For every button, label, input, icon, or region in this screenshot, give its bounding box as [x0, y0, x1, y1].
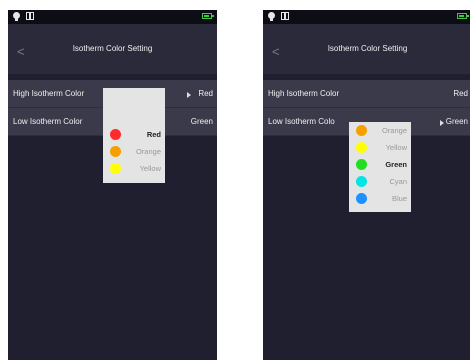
- gallery-icon: [281, 12, 289, 20]
- red-dot-icon: [110, 129, 121, 140]
- color-option-red[interactable]: Red: [103, 126, 165, 143]
- bulb-icon-base: [15, 18, 18, 21]
- color-option-label: Yellow: [385, 143, 407, 152]
- color-option-label: Blue: [391, 194, 407, 203]
- blue-dot-icon: [356, 193, 367, 204]
- color-dropdown[interactable]: Orange Yellow Green Cyan Blue: [349, 122, 411, 212]
- page-title: Isotherm Color Setting: [72, 44, 153, 53]
- bulb-icon-base: [270, 18, 273, 21]
- color-option-orange[interactable]: Orange: [103, 143, 165, 160]
- title-bar: < Isotherm Color Setting: [263, 24, 470, 74]
- chevron-right-icon: [187, 92, 191, 98]
- battery-icon: [457, 13, 469, 19]
- color-option-blue[interactable]: Blue: [349, 190, 411, 207]
- page-title: Isotherm Color Setting: [327, 44, 408, 53]
- color-option-cyan[interactable]: Cyan: [349, 173, 411, 190]
- color-option-label: Orange: [135, 147, 161, 156]
- color-option-label: Orange: [381, 126, 407, 135]
- color-option-label: Yellow: [139, 164, 161, 173]
- title-bar: < Isotherm Color Setting: [8, 24, 217, 74]
- orange-dot-icon: [356, 125, 367, 136]
- color-option-orange[interactable]: Orange: [349, 122, 411, 139]
- chevron-right-icon: [440, 120, 444, 126]
- phone-screen-right: < Isotherm Color Setting High Isotherm C…: [263, 10, 470, 360]
- high-isotherm-value: Red: [198, 89, 213, 98]
- color-option-green[interactable]: Green: [349, 156, 411, 173]
- low-isotherm-label: Low Isotherm Color: [13, 117, 83, 126]
- color-option-label: Cyan: [389, 177, 407, 186]
- color-option-yellow[interactable]: Yellow: [103, 160, 165, 177]
- cyan-dot-icon: [356, 176, 367, 187]
- high-isotherm-label: High Isotherm Color: [268, 89, 340, 98]
- yellow-dot-icon: [110, 163, 121, 174]
- color-option-label: Green: [385, 160, 407, 169]
- high-isotherm-color-row[interactable]: High Isotherm Color Red: [263, 80, 470, 108]
- orange-dot-icon: [110, 146, 121, 157]
- color-option-label: Red: [146, 130, 161, 139]
- status-bar: [263, 10, 470, 24]
- color-option-yellow[interactable]: Yellow: [349, 139, 411, 156]
- low-isotherm-value: Green: [190, 117, 213, 126]
- low-isotherm-value: Green: [445, 117, 468, 126]
- color-dropdown[interactable]: Red Orange Yellow: [103, 88, 165, 183]
- phone-screen-left: < Isotherm Color Setting High Isotherm C…: [8, 10, 217, 360]
- gallery-icon: [26, 12, 34, 20]
- battery-icon: [202, 13, 214, 19]
- low-isotherm-label: Low Isotherm Colo: [268, 117, 335, 126]
- high-isotherm-value: Red: [453, 89, 468, 98]
- high-isotherm-label: High Isotherm Color: [13, 89, 85, 98]
- status-bar: [8, 10, 217, 24]
- yellow-dot-icon: [356, 142, 367, 153]
- green-dot-icon: [356, 159, 367, 170]
